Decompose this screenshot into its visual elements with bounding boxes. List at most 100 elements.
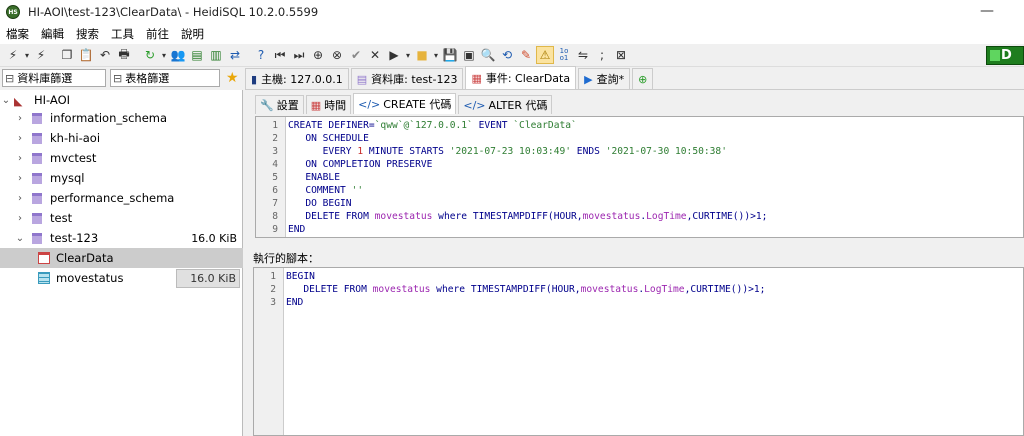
chevron-down-icon[interactable]: ⌄ <box>14 233 26 244</box>
tab-query[interactable]: ▶ 查詢* <box>578 68 631 89</box>
chevron-right-icon[interactable]: › <box>14 173 26 184</box>
tab-query-label: 查詢* <box>596 73 625 86</box>
tree-db-kh-hi-aoi[interactable]: › kh-hi-aoi <box>0 128 243 148</box>
code-token: ON COMPLETION PRESERVE <box>288 159 433 170</box>
find-icon[interactable]: 🔍 <box>479 46 497 64</box>
semicolon-icon[interactable]: ; <box>593 46 611 64</box>
post-icon[interactable]: ✔ <box>347 46 365 64</box>
tree-db-information-schema[interactable]: › information_schema <box>0 108 243 128</box>
tab-database[interactable]: ▤ 資料庫: test-123 <box>350 68 464 89</box>
import-icon[interactable]: ▥ <box>207 46 225 64</box>
last-record-icon[interactable]: ⏭ <box>290 46 308 64</box>
tree-db-label: information_schema <box>50 111 168 125</box>
run-status-button[interactable]: D <box>986 46 1024 65</box>
binary-icon[interactable]: 1o o1 <box>555 46 573 64</box>
tree-item-movestatus[interactable]: movestatus 16.0 KiB <box>0 268 243 288</box>
tab-host[interactable]: ▮ 主機: 127.0.0.1 <box>245 68 349 89</box>
code-token: LogTime <box>646 211 687 222</box>
tree-db-performance-schema[interactable]: › performance_schema <box>0 188 243 208</box>
dropdown-arrow-icon[interactable]: ▾ <box>404 46 412 64</box>
table-filter[interactable]: ⊟ 表格篩選 <box>110 69 220 87</box>
line-number: 5 <box>272 172 278 183</box>
chevron-down-icon[interactable]: ⌄ <box>0 95 12 106</box>
menu-help[interactable]: 說明 <box>181 26 204 42</box>
code-token: `qww`@`127.0.0.1` <box>374 120 473 131</box>
host-icon: ▮ <box>251 72 258 86</box>
disconnect-icon[interactable]: ⚡ <box>32 46 50 64</box>
warning-icon[interactable]: ⚠ <box>536 46 554 64</box>
session-manager-icon[interactable]: ⚡ <box>4 46 22 64</box>
table-filter-label: 表格篩選 <box>125 72 170 85</box>
database-icon: ▤ <box>356 72 368 86</box>
executed-script-editor[interactable]: 1 BEGIN 2 DELETE FROM movestatus where TI… <box>253 267 1024 436</box>
tree-root[interactable]: ⌄ ◣ HI-AOI <box>0 90 243 110</box>
code-token: ,CURTIME())>1; <box>684 284 766 295</box>
tree-item-cleardata[interactable]: ClearData <box>0 248 243 268</box>
add-record-icon[interactable]: ⊕ <box>309 46 327 64</box>
chevron-right-icon[interactable]: › <box>14 153 26 164</box>
new-query-tab-button[interactable]: ⊕ <box>632 68 654 89</box>
undo-icon[interactable]: ↶ <box>96 46 114 64</box>
chevron-right-icon[interactable]: › <box>14 133 26 144</box>
create-code-editor[interactable]: 1 CREATE DEFINER=`qww`@`127.0.0.1` EVENT … <box>255 116 1024 238</box>
tree-db-test[interactable]: › test <box>0 208 243 228</box>
chevron-right-icon[interactable]: › <box>14 113 26 124</box>
tab-create-code[interactable]: </> CREATE 代碼 <box>353 93 457 114</box>
database-filter[interactable]: ⊟ 資料庫篩選 <box>2 69 106 87</box>
tab-host-label: 主機: 127.0.0.1 <box>261 73 343 86</box>
user-manager-icon[interactable]: 👥 <box>169 46 187 64</box>
tree-db-mysql[interactable]: › mysql <box>0 168 243 188</box>
menu-tools[interactable]: 工具 <box>111 26 134 42</box>
first-record-icon[interactable]: ⏮ <box>271 46 289 64</box>
tab-event[interactable]: ▦ 事件: ClearData <box>465 66 577 89</box>
code-token: LogTime <box>644 284 685 295</box>
menu-file[interactable]: 檔案 <box>6 26 29 42</box>
refresh-icon[interactable]: ↻ <box>141 46 159 64</box>
line-number: 3 <box>272 146 278 157</box>
tab-alter-code[interactable]: </> ALTER 代碼 <box>458 95 553 114</box>
wrap-icon[interactable]: ⇋ <box>574 46 592 64</box>
dropdown-arrow-icon[interactable]: ▾ <box>23 46 31 64</box>
save-icon[interactable]: 💾 <box>441 46 459 64</box>
database-filter-label: 資料庫篩選 <box>17 72 73 85</box>
print-icon[interactable]: 🖶 <box>115 46 133 64</box>
menu-go[interactable]: 前往 <box>146 26 169 42</box>
line-number: 7 <box>272 198 278 209</box>
menu-search[interactable]: 搜索 <box>76 26 99 42</box>
paste-icon[interactable]: 📋 <box>77 46 95 64</box>
close-tab-icon[interactable]: ⊠ <box>612 46 630 64</box>
copy-icon[interactable]: ❐ <box>58 46 76 64</box>
chevron-right-icon[interactable]: › <box>14 213 26 224</box>
help-icon[interactable]: ? <box>252 46 270 64</box>
tree-item-label: movestatus <box>56 271 124 285</box>
open-folder-icon[interactable]: ■ <box>413 46 431 64</box>
code-token: BEGIN <box>286 271 315 282</box>
code-token: DO BEGIN <box>288 198 352 209</box>
database-icon <box>32 112 42 124</box>
tab-database-label: 資料庫: test-123 <box>371 73 458 86</box>
export-icon[interactable]: ▤ <box>188 46 206 64</box>
dropdown-arrow-icon[interactable]: ▾ <box>160 46 168 64</box>
chevron-right-icon[interactable]: › <box>14 193 26 204</box>
save-as-icon[interactable]: ▣ <box>460 46 478 64</box>
title-bar: HS HI-AOI\test-123\ClearData\ - HeidiSQL… <box>0 0 1024 24</box>
cancel-icon[interactable]: ✕ <box>366 46 384 64</box>
code-token: END <box>286 297 304 308</box>
tab-settings[interactable]: 🔧 設置 <box>255 95 304 114</box>
code-token: movestatus <box>582 211 641 222</box>
tree-db-mvctest[interactable]: › mvctest <box>0 148 243 168</box>
dropdown-arrow-icon[interactable]: ▾ <box>432 46 440 64</box>
status-indicator-icon <box>990 50 1000 61</box>
line-number: 9 <box>272 224 278 235</box>
tree-db-test-123[interactable]: ⌄ test-123 16.0 KiB <box>0 228 243 248</box>
transfer-icon[interactable]: ⇄ <box>226 46 244 64</box>
favorites-star-icon[interactable]: ★ <box>226 70 239 86</box>
heidisql-logo-icon: HS <box>6 5 20 19</box>
minimize-button[interactable]: — <box>980 3 994 19</box>
find-next-icon[interactable]: ⟲ <box>498 46 516 64</box>
delete-record-icon[interactable]: ⊗ <box>328 46 346 64</box>
tab-schedule[interactable]: ▦ 時間 <box>305 95 352 114</box>
run-icon[interactable]: ▶ <box>385 46 403 64</box>
menu-edit[interactable]: 編輯 <box>41 26 64 42</box>
clear-icon[interactable]: ✎ <box>517 46 535 64</box>
